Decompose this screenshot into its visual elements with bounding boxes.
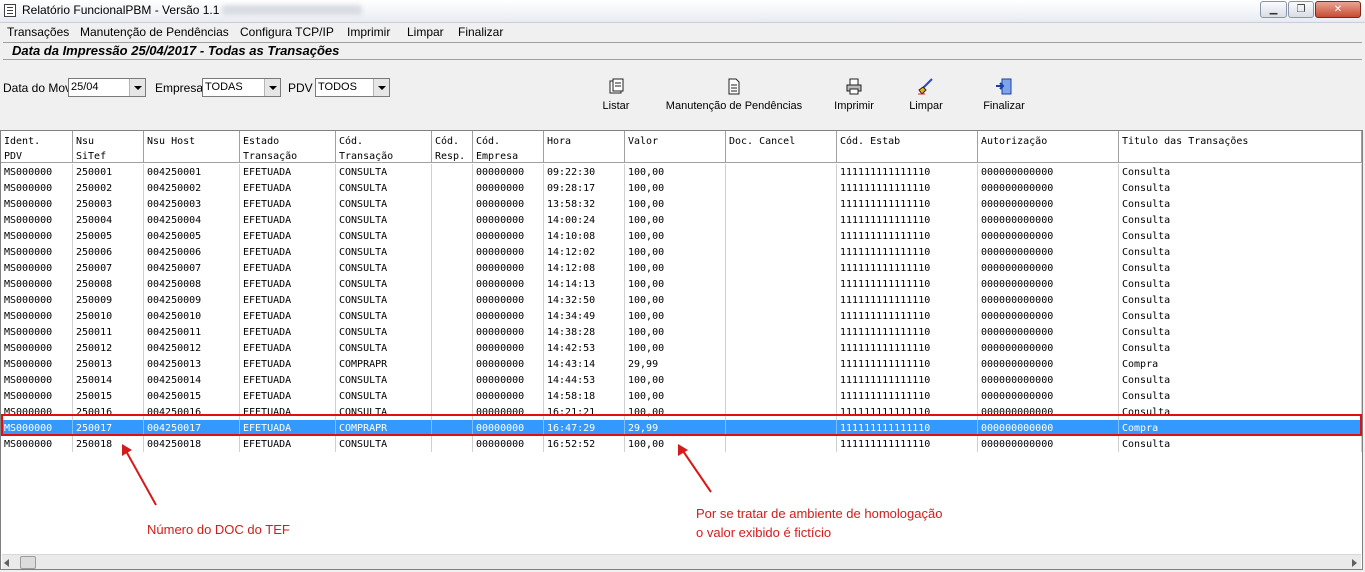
annotation-valor-line1: Por se tratar de ambiente de homologação [696, 506, 943, 521]
annotation-doc-tef: Número do DOC do TEF [147, 522, 290, 537]
annotation-valor-line2: o valor exibido é fictício [696, 525, 832, 540]
arrow-doc-tef [122, 444, 157, 506]
arrow-valor [678, 444, 712, 493]
annotation-arrows [122, 444, 712, 506]
